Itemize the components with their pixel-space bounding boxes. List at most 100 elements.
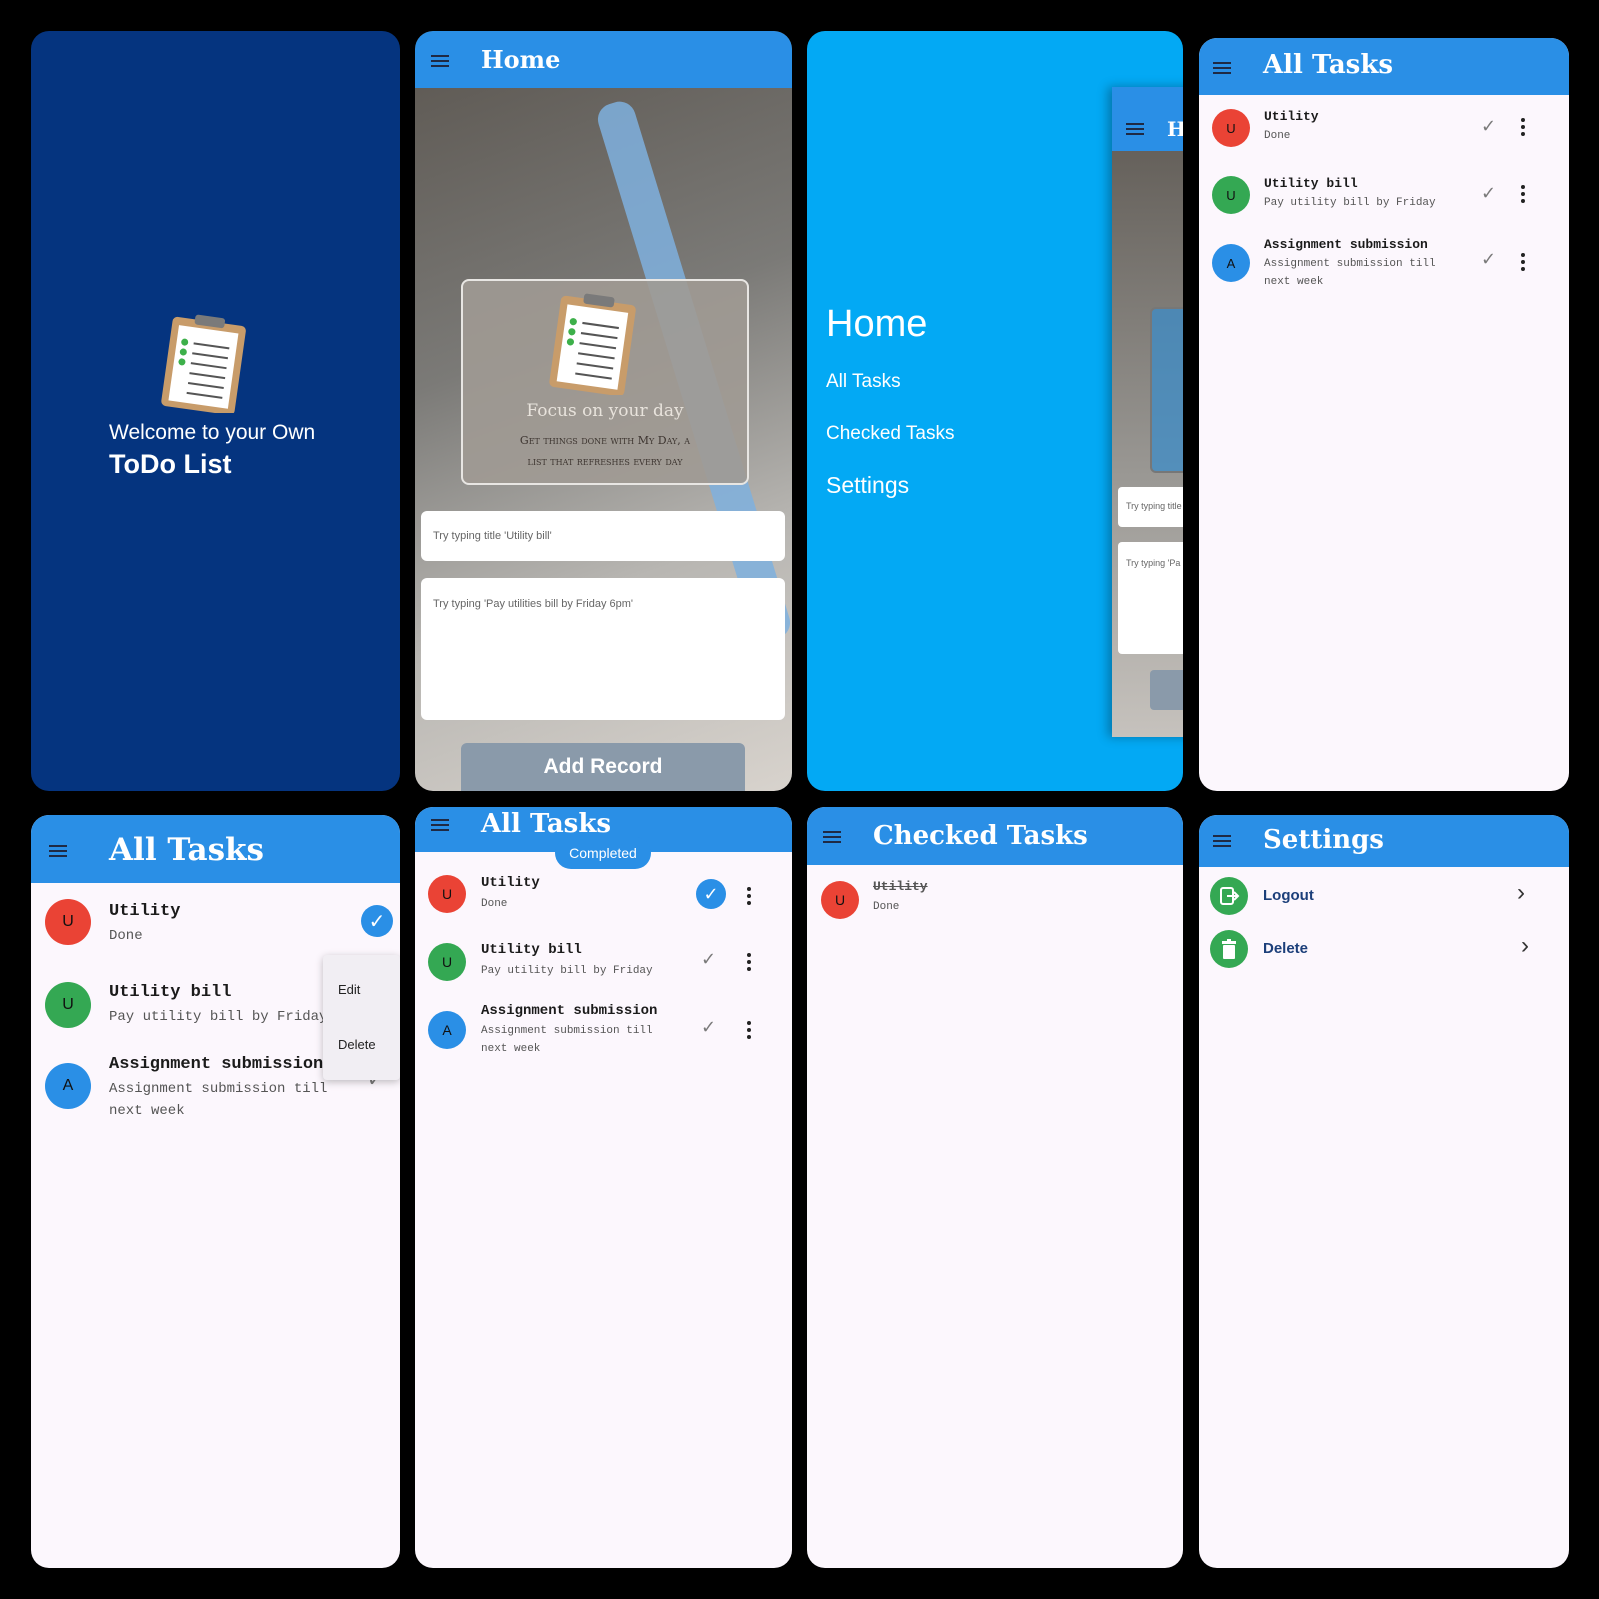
logout-icon (1210, 877, 1248, 915)
check-icon[interactable]: ✓ (1481, 183, 1496, 204)
title-input-placeholder: Try typing title 'Utility bill' (433, 530, 552, 542)
task-subtitle: Done (1264, 130, 1291, 142)
menu-icon[interactable] (823, 831, 841, 843)
list-item[interactable]: U Utility bill Pay utility bill by Frida… (415, 937, 792, 997)
description-input-placeholder: Try typing 'Pay utilities bill by Friday… (433, 598, 634, 610)
settings-screen: Settings Logout › Delete › (1199, 815, 1569, 1568)
menu-icon[interactable] (49, 845, 67, 857)
all-tasks-completed-screen: All Tasks Completed U Utility Done ✓ U U… (415, 807, 792, 1568)
trash-icon (1210, 930, 1248, 968)
task-subtitle: Assignment submission till (481, 1025, 653, 1037)
task-title: Utility bill (481, 942, 582, 958)
popup-menu: Edit Delete (323, 955, 400, 1080)
peek-title-input: Try typing title (1118, 487, 1183, 527)
app-bar: Checked Tasks (807, 807, 1183, 865)
peek-desc-placeholder: Try typing 'Pa (1126, 558, 1181, 568)
peek-button (1150, 670, 1183, 710)
welcome-text: Welcome to your Own (109, 421, 316, 444)
task-subtitle: Done (109, 928, 143, 944)
list-item[interactable]: U Utility bill Pay utility bill by Frida… (1199, 171, 1569, 227)
menu-item-delete[interactable]: Delete (338, 1037, 376, 1052)
page-title: All Tasks (109, 832, 264, 868)
menu-icon[interactable] (1213, 835, 1231, 847)
more-vert-icon[interactable] (1521, 185, 1525, 206)
add-record-button[interactable]: Add Record (461, 743, 745, 791)
more-vert-icon[interactable] (747, 887, 751, 908)
task-title: Utility (481, 875, 540, 891)
task-subtitle: Done (481, 898, 508, 910)
task-title: Assignment submission (1264, 237, 1428, 252)
peek-menu-icon (1126, 123, 1144, 135)
all-tasks-popup-screen: All Tasks U Utility Done ✓ U Utility bil… (31, 815, 400, 1568)
splash-screen: Welcome to your Own ToDo List (31, 31, 400, 791)
description-input[interactable]: Try typing 'Pay utilities bill by Friday… (421, 578, 785, 720)
task-title: Utility (873, 879, 928, 894)
drawer-item-checked-tasks[interactable]: Checked Tasks (826, 423, 955, 445)
clipboard-logo-icon (161, 314, 246, 413)
peek-title-placeholder: Try typing title (1126, 501, 1182, 511)
list-item[interactable]: U Utility Done ✓ (31, 895, 400, 955)
task-subtitle-line2: next week (1264, 276, 1324, 288)
menu-item-edit[interactable]: Edit (338, 982, 360, 997)
app-bar: All Tasks (1199, 38, 1569, 95)
page-title: All Tasks (1263, 50, 1393, 80)
all-tasks-screen: All Tasks U Utility Done ✓ U Utility bil… (1199, 38, 1569, 791)
task-subtitle: Pay utility bill by Friday (109, 1009, 328, 1025)
list-item[interactable]: U Utility Done ✓ (1199, 104, 1569, 160)
task-subtitle-line2: next week (481, 1043, 541, 1055)
more-vert-icon[interactable] (1521, 118, 1525, 139)
drawer-item-settings[interactable]: Settings (826, 472, 909, 499)
card-title: Focus on your day (526, 401, 684, 421)
task-subtitle: Done (873, 901, 900, 913)
settings-item-logout[interactable]: Logout › (1199, 873, 1569, 917)
task-title: Assignment submission (109, 1055, 324, 1074)
avatar: A (428, 1011, 466, 1049)
list-item[interactable]: A Assignment submission Assignment submi… (1199, 233, 1569, 303)
more-vert-icon[interactable] (1521, 253, 1525, 274)
checked-icon[interactable]: ✓ (361, 905, 393, 937)
avatar: U (428, 943, 466, 981)
title-input[interactable]: Try typing title 'Utility bill' (421, 511, 785, 561)
task-title: Utility (109, 902, 181, 921)
home-screen: Home Focus on your day Get things done w… (415, 31, 792, 791)
card-subtitle-line1: Get things done with My Day, a (519, 434, 691, 447)
add-record-label: Add Record (543, 755, 663, 778)
avatar: U (1212, 176, 1250, 214)
page-title: All Tasks (481, 809, 611, 839)
page-title: Settings (1263, 825, 1384, 855)
check-icon[interactable]: ✓ (701, 949, 716, 970)
menu-icon[interactable] (431, 819, 449, 831)
focus-card: Focus on your day Get things done with M… (461, 279, 749, 485)
menu-icon[interactable] (1213, 62, 1231, 74)
more-vert-icon[interactable] (747, 1021, 751, 1042)
app-name: ToDo List (109, 449, 232, 479)
completed-toast: Completed (555, 837, 651, 869)
peek-home-screen: H Try typing title Try typing 'Pa (1112, 87, 1183, 737)
task-title: Utility (1264, 109, 1319, 124)
list-item[interactable]: U Utility Done ✓ (415, 869, 792, 929)
check-icon[interactable]: ✓ (1481, 116, 1496, 137)
drawer-screen: H Try typing title Try typing 'Pa Home A… (807, 31, 1183, 791)
app-bar: Home (415, 31, 792, 88)
drawer-item-home[interactable]: Home (826, 303, 927, 346)
completed-label: Completed (569, 845, 637, 861)
menu-icon[interactable] (431, 55, 449, 67)
page-title: Checked Tasks (873, 821, 1088, 851)
clipboard-icon (549, 293, 636, 395)
app-bar: Settings (1199, 815, 1569, 867)
peek-app-bar: H (1112, 87, 1183, 151)
settings-item-delete[interactable]: Delete › (1199, 926, 1569, 970)
settings-item-label: Delete (1263, 940, 1309, 957)
task-subtitle: Assignment submission till (1264, 258, 1436, 270)
app-bar: All Tasks (31, 815, 400, 883)
task-title: Utility bill (109, 983, 232, 1002)
task-subtitle-line2: next week (109, 1103, 185, 1119)
check-icon[interactable]: ✓ (701, 1017, 716, 1038)
checked-icon[interactable]: ✓ (696, 879, 726, 909)
list-item[interactable]: A Assignment submission Assignment submi… (415, 999, 792, 1071)
check-icon[interactable]: ✓ (1481, 249, 1496, 270)
card-subtitle-line2: list that refreshes every day (527, 455, 683, 468)
more-vert-icon[interactable] (747, 953, 751, 974)
drawer-item-all-tasks[interactable]: All Tasks (826, 371, 901, 393)
list-item[interactable]: U Utility Done (807, 877, 1183, 927)
